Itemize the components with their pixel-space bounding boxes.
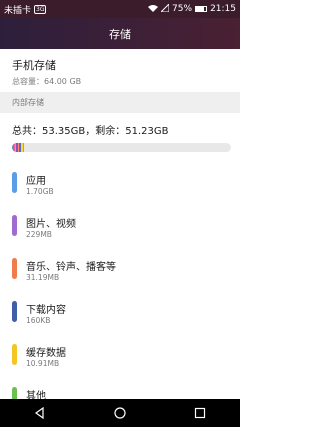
category-item[interactable]: 图片、视频 229MB — [0, 207, 240, 250]
category-name: 音乐、铃声、播客等 — [26, 262, 116, 273]
battery-percent: 75% — [172, 4, 193, 14]
status-bar: 未插卡 3G 75% 21:15 — [0, 0, 240, 18]
category-color-indicator — [12, 344, 17, 365]
category-size: 160KB — [26, 316, 51, 325]
category-item[interactable]: 音乐、铃声、播客等 31.19MB — [0, 250, 240, 293]
category-size: 229MB — [26, 230, 52, 239]
back-icon — [34, 407, 44, 419]
category-name: 图片、视频 — [26, 219, 76, 230]
category-size: 1.70GB — [26, 187, 54, 196]
category-color-indicator — [12, 172, 17, 193]
category-item[interactable]: 下载内容 160KB — [0, 293, 240, 336]
section-header-label: 内部存储 — [12, 98, 44, 107]
category-name: 下载内容 — [26, 305, 66, 316]
category-color-indicator — [12, 215, 17, 236]
category-color-indicator — [12, 258, 17, 279]
battery-icon — [195, 6, 208, 12]
navigation-bar — [0, 399, 240, 427]
category-size: 31.19MB — [26, 273, 60, 282]
usage-segment — [22, 143, 24, 152]
category-list: 应用 1.70GB 图片、视频 229MB 音乐、铃声、播客等 31.19MB 下载内容 16… — [0, 164, 240, 422]
phone-storage-title: 手机存储 — [12, 59, 56, 72]
storage-total: 总共：53.35GB，剩余：51.23GB — [12, 126, 169, 137]
signal-icon — [159, 2, 170, 15]
section-header-internal: 内部存储 — [0, 92, 240, 113]
home-icon — [114, 407, 126, 419]
category-item[interactable]: 应用 1.70GB — [0, 164, 240, 207]
clock: 21:15 — [210, 4, 236, 14]
category-name: 缓存数据 — [26, 348, 66, 359]
home-button[interactable] — [110, 403, 130, 423]
page-title: 存储 — [109, 27, 131, 41]
wifi-icon — [148, 4, 159, 15]
back-button[interactable] — [30, 403, 50, 423]
phone-storage-item[interactable]: 手机存储 总容量：64.00 GB — [12, 57, 81, 87]
storage-usage-bar — [12, 143, 231, 152]
title-bar: 存储 — [0, 18, 240, 49]
category-size: 10.91MB — [26, 359, 60, 368]
recents-button[interactable] — [190, 403, 210, 423]
network-badge: 3G — [34, 4, 47, 14]
phone-storage-capacity: 总容量：64.00 GB — [12, 77, 82, 86]
category-item[interactable]: 缓存数据 10.91MB — [0, 336, 240, 379]
category-color-indicator — [12, 301, 17, 322]
recents-icon — [194, 407, 206, 419]
carrier-label: 未插卡 — [4, 5, 32, 16]
category-name: 应用 — [26, 176, 46, 187]
